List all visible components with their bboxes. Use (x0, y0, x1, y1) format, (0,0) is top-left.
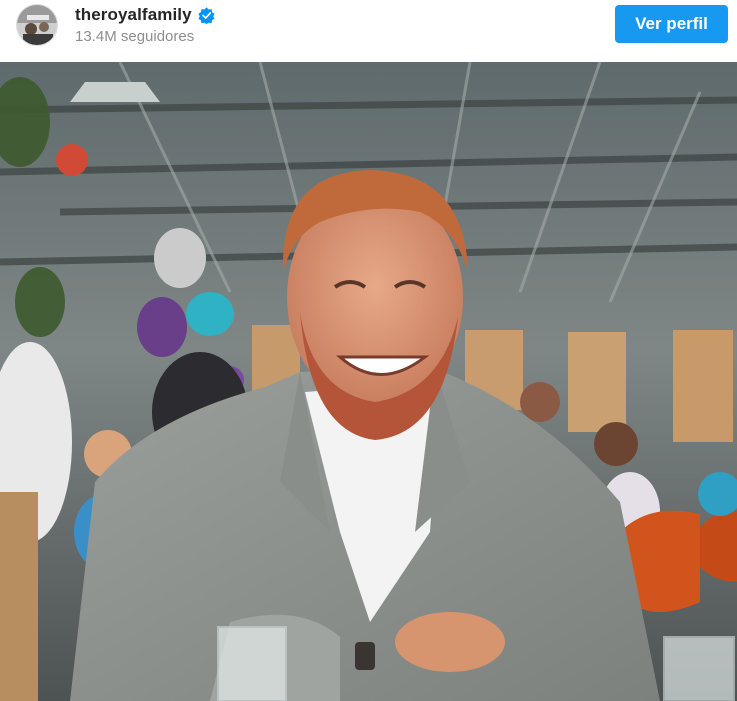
post-photo[interactable] (0, 62, 737, 701)
username-link[interactable]: theroyalfamily (75, 5, 192, 25)
post-header: theroyalfamily 13.4M seguidores Ver perf… (0, 0, 737, 62)
follower-count: 13.4M seguidores (75, 28, 195, 45)
view-profile-button[interactable]: Ver perfil (615, 5, 728, 43)
profile-avatar[interactable] (16, 4, 58, 46)
account-info: theroyalfamily 13.4M seguidores (75, 5, 215, 45)
verified-badge-icon (198, 6, 215, 24)
